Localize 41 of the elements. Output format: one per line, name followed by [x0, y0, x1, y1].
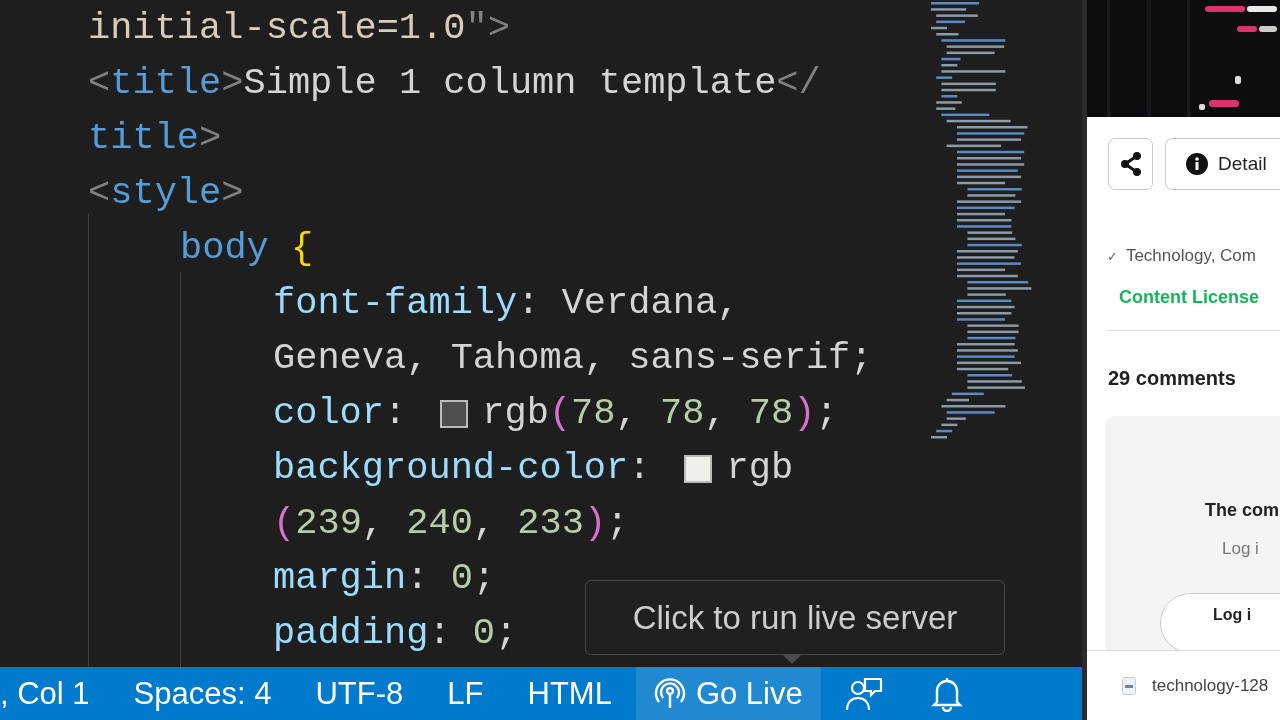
bell-icon[interactable]	[930, 675, 963, 712]
tag-list: Technology, Com	[1125, 246, 1256, 266]
share-button[interactable]	[1108, 138, 1154, 190]
code-text: padding: 0;	[273, 611, 518, 656]
go-live-button[interactable]: Go Live	[635, 667, 821, 720]
download-filename[interactable]: technology-128	[1152, 675, 1269, 696]
info-icon	[1186, 153, 1209, 175]
login-button[interactable]: Log i	[1160, 593, 1280, 653]
content-license-link[interactable]: Content License	[1119, 287, 1280, 308]
login-hint: Log i	[1222, 539, 1260, 559]
code-text: rgb	[726, 446, 794, 491]
code-text: (239, 240, 233);	[273, 501, 629, 546]
code-text: title>	[88, 116, 222, 161]
code-text: initial-scale=1.0">	[88, 6, 510, 51]
code-text: <title>Simple 1 column template</	[88, 61, 821, 106]
broadcast-icon	[653, 677, 686, 710]
code-text: font-family: Verdana,	[273, 281, 740, 326]
code-text: body {	[180, 226, 314, 271]
comments-heading: 29 comments	[1108, 367, 1237, 390]
details-button[interactable]: Detail	[1165, 138, 1280, 190]
tooltip-pointer	[782, 654, 802, 664]
tooltip: Click to run live server	[585, 580, 1005, 655]
status-item[interactable]: Spaces: 4	[133, 667, 272, 720]
color-swatch-icon[interactable]	[440, 399, 469, 428]
status-item[interactable]: UTF-8	[315, 667, 404, 720]
share-icon	[1119, 152, 1142, 176]
status-item[interactable]: , Col 1	[0, 667, 90, 720]
code-text: background-color:	[273, 446, 651, 491]
code-text: <style>	[88, 171, 244, 216]
status-item[interactable]: HTML	[527, 667, 612, 720]
check-icon: ✓	[1107, 248, 1118, 264]
code-text: Geneva, Tahoma, sans-serif;	[273, 336, 873, 381]
code-text: color:	[273, 391, 407, 436]
file-icon	[1122, 676, 1136, 695]
color-swatch-icon[interactable]	[684, 454, 713, 483]
status-item[interactable]: LF	[447, 667, 484, 720]
code-text: rgb(78, 78, 78);	[482, 391, 838, 436]
minimap-drawing[interactable]	[931, 2, 1032, 439]
comments-notice: The com	[1205, 500, 1280, 521]
code-text: margin: 0;	[273, 556, 496, 601]
feedback-icon[interactable]	[844, 675, 883, 712]
